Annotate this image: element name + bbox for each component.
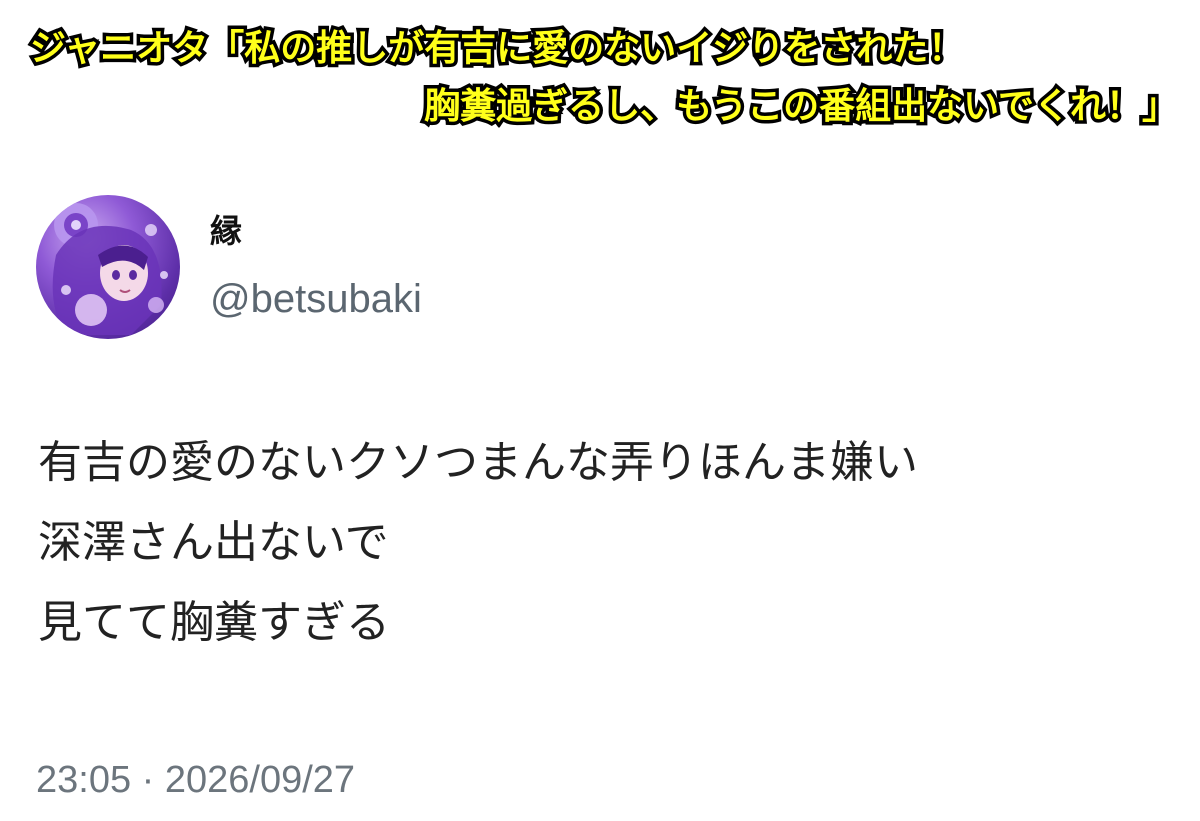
caption-line-1: ジャニオタ「私の推しが有吉に愛のないイジりをされた！ bbox=[26, 25, 967, 73]
tweet-body: 有吉の愛のないクソつまんな弄りほんま嫌い 深澤さん出ないで 見てて胸糞すぎる bbox=[38, 423, 918, 663]
tweet-body-line: 見てて胸糞すぎる bbox=[38, 597, 390, 648]
user-handle[interactable]: @betsubaki bbox=[210, 276, 422, 322]
display-name[interactable]: 縁 bbox=[210, 211, 242, 251]
avatar[interactable] bbox=[36, 195, 180, 339]
tweet-card: 縁 @betsubaki 有吉の愛のないクソつまんな弄りほんま嫌い 深澤さん出な… bbox=[0, 185, 1200, 821]
anime-character-avatar-icon bbox=[52, 203, 168, 335]
caption-line-2: 胸糞過ぎるし、もうこの番組出ないでくれ！」 bbox=[421, 83, 1182, 131]
tweet-body-line: 有吉の愛のないクソつまんな弄りほんま嫌い bbox=[38, 437, 918, 488]
tweet-body-line: 深澤さん出ないで bbox=[38, 517, 389, 568]
tweet-timestamp[interactable]: 23:05 · 2026/09/27 bbox=[36, 758, 355, 802]
